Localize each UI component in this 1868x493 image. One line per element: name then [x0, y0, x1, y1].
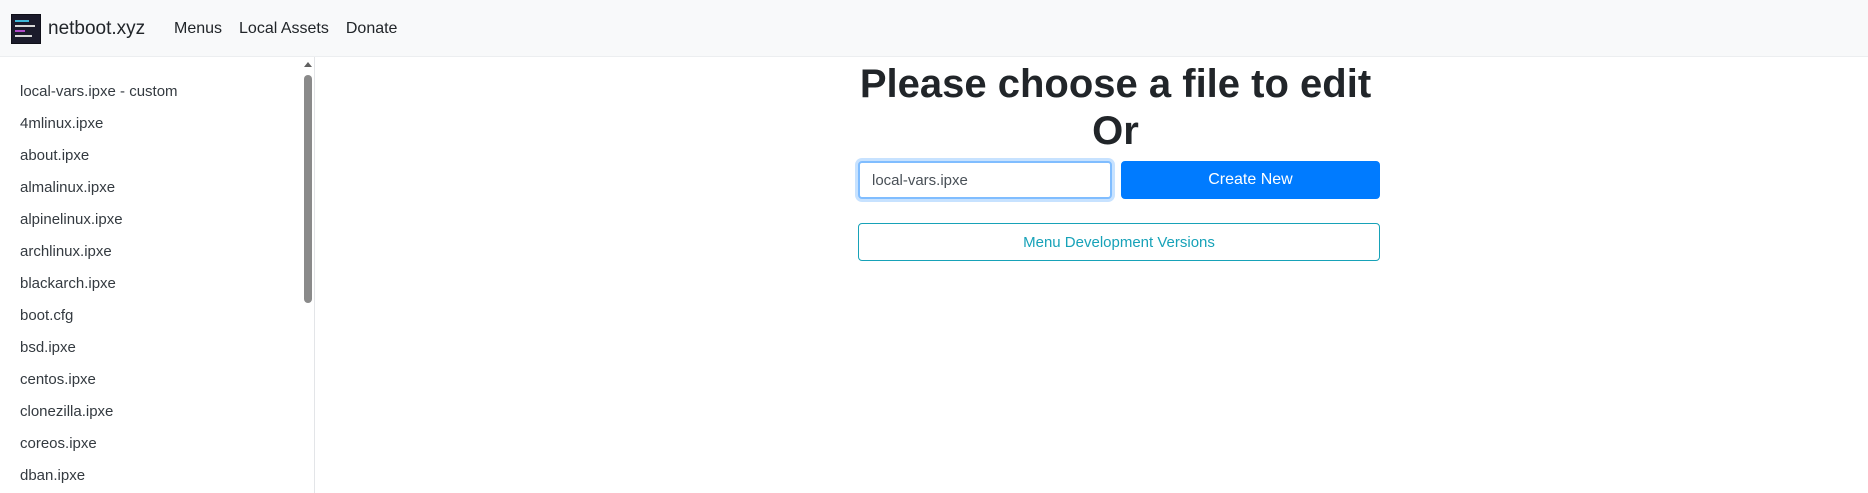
brand-name: netboot.xyz	[48, 18, 146, 39]
page-title: Please choose a file to edit	[859, 62, 1372, 106]
scroll-up-arrow-icon[interactable]	[304, 62, 312, 67]
menu-development-versions-button[interactable]: Menu Development Versions	[858, 223, 1380, 261]
or-divider-text: Or	[1092, 109, 1139, 153]
file-item-dban[interactable]: dban.ipxe	[20, 460, 178, 492]
brand-link[interactable]: netboot.xyz	[11, 14, 145, 44]
create-new-button[interactable]: Create New	[1121, 161, 1380, 199]
netboot-logo-icon	[11, 14, 41, 44]
nav-link-local-assets[interactable]: Local Assets	[239, 18, 329, 40]
main-content: Please choose a file to edit Or Create N…	[315, 57, 1868, 493]
file-item-almalinux[interactable]: almalinux.ipxe	[20, 172, 178, 204]
nav-link-donate[interactable]: Donate	[346, 18, 398, 40]
file-item-local-vars[interactable]: local-vars.ipxe - custom	[20, 76, 178, 108]
nav-links: Menus Local Assets Donate	[174, 18, 414, 40]
new-filename-input[interactable]	[858, 161, 1112, 199]
file-list: local-vars.ipxe - custom 4mlinux.ipxe ab…	[20, 76, 178, 492]
nav-link-menus[interactable]: Menus	[174, 18, 222, 40]
file-item-archlinux[interactable]: archlinux.ipxe	[20, 236, 178, 268]
file-item-clonezilla[interactable]: clonezilla.ipxe	[20, 396, 178, 428]
file-item-4mlinux[interactable]: 4mlinux.ipxe	[20, 108, 178, 140]
file-sidebar: local-vars.ipxe - custom 4mlinux.ipxe ab…	[0, 57, 315, 493]
file-item-alpinelinux[interactable]: alpinelinux.ipxe	[20, 204, 178, 236]
file-item-about[interactable]: about.ipxe	[20, 140, 178, 172]
file-item-centos[interactable]: centos.ipxe	[20, 364, 178, 396]
top-navbar: netboot.xyz Menus Local Assets Donate	[0, 0, 1868, 57]
file-item-coreos[interactable]: coreos.ipxe	[20, 428, 178, 460]
scrollbar-thumb[interactable]	[304, 75, 312, 303]
file-item-bsd[interactable]: bsd.ipxe	[20, 332, 178, 364]
file-item-boot-cfg[interactable]: boot.cfg	[20, 300, 178, 332]
sidebar-scrollbar[interactable]	[302, 57, 313, 493]
file-item-blackarch[interactable]: blackarch.ipxe	[20, 268, 178, 300]
